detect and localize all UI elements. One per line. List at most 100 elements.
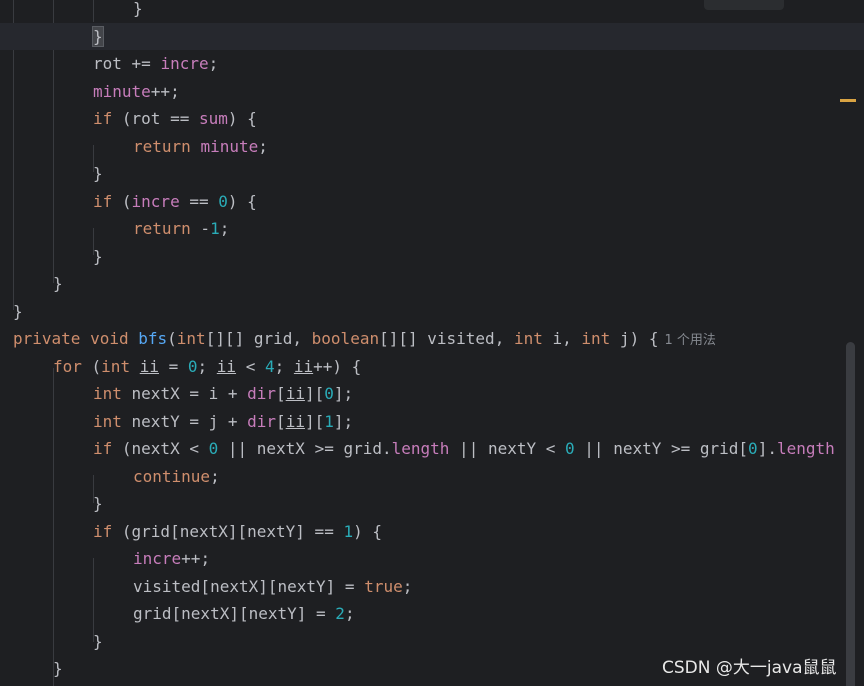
code-editor[interactable]: }} rot += incre; minute++; if (rot == sum) …	[0, 0, 864, 686]
code-line[interactable]: }	[0, 298, 864, 325]
code-line[interactable]: }	[0, 490, 864, 517]
code-token: length	[391, 439, 450, 458]
code-token: =	[158, 356, 188, 376]
code-token: if	[93, 439, 113, 458]
code-token: i,	[542, 329, 582, 348]
code-line-text: }	[53, 655, 63, 682]
code-token: ) {	[353, 521, 382, 541]
code-line-text: continue;	[133, 463, 220, 490]
code-token: ];	[333, 384, 354, 403]
code-token: ];	[333, 411, 354, 431]
code-token: ;	[210, 466, 220, 486]
code-token: ii	[285, 384, 305, 403]
code-token: return	[133, 219, 191, 238]
code-token: ;	[274, 356, 294, 376]
code-line-text: if (rot == sum) {	[93, 105, 257, 132]
code-token: int	[101, 356, 131, 376]
code-token: ;	[258, 136, 268, 156]
code-line[interactable]: }	[0, 22, 864, 50]
code-token: (	[112, 191, 132, 211]
code-token: ) {	[227, 109, 257, 128]
code-token: bfs	[138, 329, 168, 348]
code-token: 0	[748, 439, 758, 458]
code-token: }	[93, 164, 103, 183]
code-line[interactable]: if (rot == sum) {	[0, 105, 864, 132]
code-line[interactable]: private void bfs(int[][] grid, boolean[]…	[0, 325, 864, 352]
code-line[interactable]: visited[nextX][nextY] = true;	[0, 573, 864, 600]
code-token: 0	[208, 439, 219, 458]
code-token: continue	[133, 466, 211, 486]
code-line[interactable]: incre++;	[0, 545, 864, 572]
code-line[interactable]: grid[nextX][nextY] = 2;	[0, 600, 864, 627]
code-token: (	[167, 329, 177, 348]
code-token: if	[93, 191, 113, 211]
code-token: || nextY <	[449, 439, 566, 458]
code-token: nextX = i +	[121, 384, 248, 403]
code-line[interactable]: int nextY = j + dir[ii][1];	[0, 408, 864, 435]
vertical-scrollbar[interactable]	[846, 342, 855, 686]
code-line-text: for (int ii = 0; ii < 4; ii++) {	[53, 353, 361, 380]
code-token: ;	[344, 604, 355, 623]
code-token: minute	[200, 136, 259, 156]
code-line[interactable]: }	[0, 0, 864, 22]
code-line[interactable]: }	[0, 270, 864, 297]
code-token: ++;	[181, 549, 211, 568]
code-token: dir	[247, 384, 277, 403]
code-line-text: }	[93, 628, 103, 655]
code-token: true	[364, 576, 403, 596]
usages-inlay-hint[interactable]: 1 个用法	[664, 333, 715, 348]
code-token: (rot ==	[112, 109, 199, 128]
code-token: ii	[216, 356, 237, 376]
code-line-text: if (grid[nextX][nextY] == 1) {	[93, 518, 382, 545]
code-token: || nextX >= grid.	[218, 439, 392, 458]
code-line[interactable]: if (grid[nextX][nextY] == 1) {	[0, 518, 864, 545]
warning-marker[interactable]	[840, 99, 856, 102]
code-token: 0	[187, 356, 198, 376]
code-token: j) {	[610, 329, 659, 348]
code-token: int	[93, 384, 122, 403]
code-token: incre	[131, 191, 180, 211]
code-line-text: }	[53, 270, 63, 297]
code-line[interactable]: return minute;	[0, 133, 864, 160]
code-token: ++;	[150, 81, 180, 101]
code-line[interactable]: for (int ii = 0; ii < 4; ii++) {	[0, 353, 864, 380]
code-token: }	[13, 301, 23, 321]
code-line-text: grid[nextX][nextY] = 2;	[133, 600, 355, 627]
code-token: }	[92, 25, 104, 47]
code-token: [	[276, 384, 286, 403]
code-line[interactable]: rot += incre;	[0, 50, 864, 77]
code-line[interactable]: continue;	[0, 463, 864, 490]
code-token: ++) {	[313, 356, 362, 376]
code-token: int	[176, 329, 206, 348]
code-token: private void	[13, 329, 139, 348]
code-token: visited[nextX][nextY] =	[133, 576, 365, 596]
code-token: (	[81, 356, 102, 376]
code-line-text: if (nextX < 0 || nextX >= grid.length ||…	[93, 435, 835, 462]
code-token: -	[190, 219, 211, 238]
code-line[interactable]: return -1;	[0, 215, 864, 242]
code-token: || nextY >= grid[	[574, 439, 749, 458]
code-line-text: private void bfs(int[][] grid, boolean[]…	[13, 325, 716, 354]
code-line[interactable]: int nextX = i + dir[ii][0];	[0, 380, 864, 407]
code-line-text: incre++;	[133, 545, 210, 572]
code-token: (grid[nextX][nextY] ==	[112, 521, 344, 541]
code-token: }	[93, 246, 103, 266]
code-token: incre	[160, 54, 209, 73]
code-token: [	[276, 411, 286, 431]
code-line[interactable]: }	[0, 160, 864, 187]
code-line-text: }	[133, 0, 143, 22]
code-line[interactable]: if (incre == 0) {	[0, 188, 864, 215]
code-line[interactable]: }	[0, 628, 864, 655]
code-token: }	[93, 631, 103, 651]
code-line[interactable]: minute++;	[0, 78, 864, 105]
code-token: ][	[304, 411, 325, 431]
code-token: incre	[133, 549, 182, 568]
code-line-text: }	[93, 490, 103, 517]
code-token: ;	[197, 356, 217, 376]
code-token: 0	[324, 384, 334, 403]
code-token: ii	[285, 411, 305, 431]
code-line[interactable]: }	[0, 243, 864, 270]
code-line[interactable]: if (nextX < 0 || nextX >= grid.length ||…	[0, 435, 864, 462]
code-token: 1	[324, 411, 334, 431]
